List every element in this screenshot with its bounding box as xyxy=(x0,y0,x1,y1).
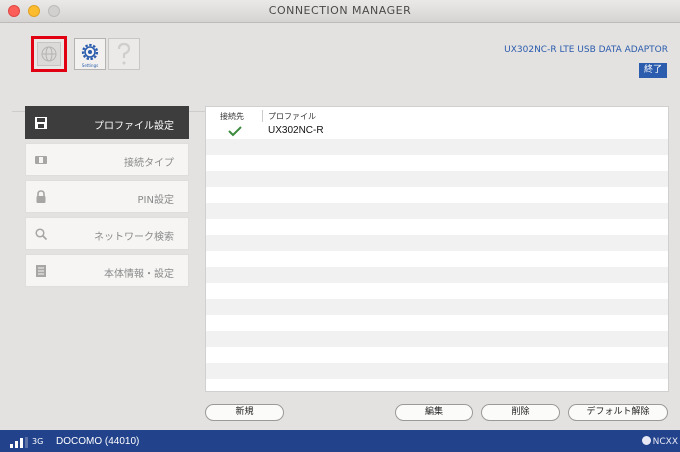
column-header-profile[interactable]: プロファイル xyxy=(268,111,316,122)
profile-list[interactable]: 接続先 プロファイル UX302NC-R xyxy=(205,106,669,392)
clear-default-button[interactable]: デフォルト解除 xyxy=(568,404,668,421)
sidebar-item-network-search[interactable]: ネットワーク検索 xyxy=(25,217,189,250)
brand-logo-icon xyxy=(641,436,651,445)
window-title: CONNECTION MANAGER xyxy=(268,4,412,17)
info-list-icon xyxy=(36,265,46,277)
home-button[interactable] xyxy=(31,36,67,72)
device-icon xyxy=(35,156,47,164)
new-button[interactable]: 新規 xyxy=(205,404,284,421)
sidebar-item-connection-type[interactable]: 接続タイプ xyxy=(25,143,189,176)
list-stripes xyxy=(206,123,668,391)
column-header-connected[interactable]: 接続先 xyxy=(220,111,244,122)
sidebar: プロファイル設定 接続タイプ PIN設定 ネットワーク検索 本体情報・設定 xyxy=(25,106,189,291)
status-bar: 3G DOCOMO (44010) NCXX xyxy=(0,430,680,452)
exit-button[interactable]: 終了 xyxy=(638,63,667,78)
settings-button[interactable]: Settings xyxy=(74,38,106,70)
sidebar-item-pin[interactable]: PIN設定 xyxy=(25,180,189,213)
gear-icon: Settings xyxy=(82,43,98,68)
brand-name: NCXX xyxy=(652,437,678,447)
title-bar: CONNECTION MANAGER xyxy=(0,0,680,23)
signal-bars-icon xyxy=(10,437,28,448)
sidebar-item-device-info[interactable]: 本体情報・設定 xyxy=(25,254,189,287)
column-divider xyxy=(262,110,263,122)
sidebar-item-profile[interactable]: プロファイル設定 xyxy=(25,106,189,139)
settings-caption: Settings xyxy=(82,63,98,68)
device-model: UX302NC-R LTE USB DATA ADAPTOR xyxy=(504,45,668,55)
save-icon xyxy=(35,117,47,129)
help-button[interactable] xyxy=(108,38,140,70)
table-row[interactable]: UX302NC-R xyxy=(206,123,668,139)
search-icon xyxy=(35,228,48,241)
carrier-name: DOCOMO (44010) xyxy=(56,436,140,447)
checkmark-icon xyxy=(228,126,242,137)
brand-logo: NCXX xyxy=(641,436,678,447)
lock-icon xyxy=(36,190,46,203)
question-icon xyxy=(117,42,131,65)
sidebar-item-label: ネットワーク検索 xyxy=(94,232,174,243)
sidebar-item-label: PIN設定 xyxy=(137,195,174,206)
edit-button[interactable]: 編集 xyxy=(395,404,473,421)
delete-button[interactable]: 削除 xyxy=(481,404,560,421)
sidebar-item-label: 接続タイプ xyxy=(124,158,174,169)
sidebar-item-label: 本体情報・設定 xyxy=(104,269,174,280)
toolbar: Settings UX302NC-R LTE USB DATA ADAPTOR … xyxy=(0,23,680,112)
network-type: 3G xyxy=(32,437,44,446)
globe-home-icon xyxy=(37,42,61,66)
sidebar-item-label: プロファイル設定 xyxy=(94,121,174,132)
profile-name: UX302NC-R xyxy=(268,125,324,136)
list-header: 接続先 プロファイル xyxy=(206,107,668,123)
